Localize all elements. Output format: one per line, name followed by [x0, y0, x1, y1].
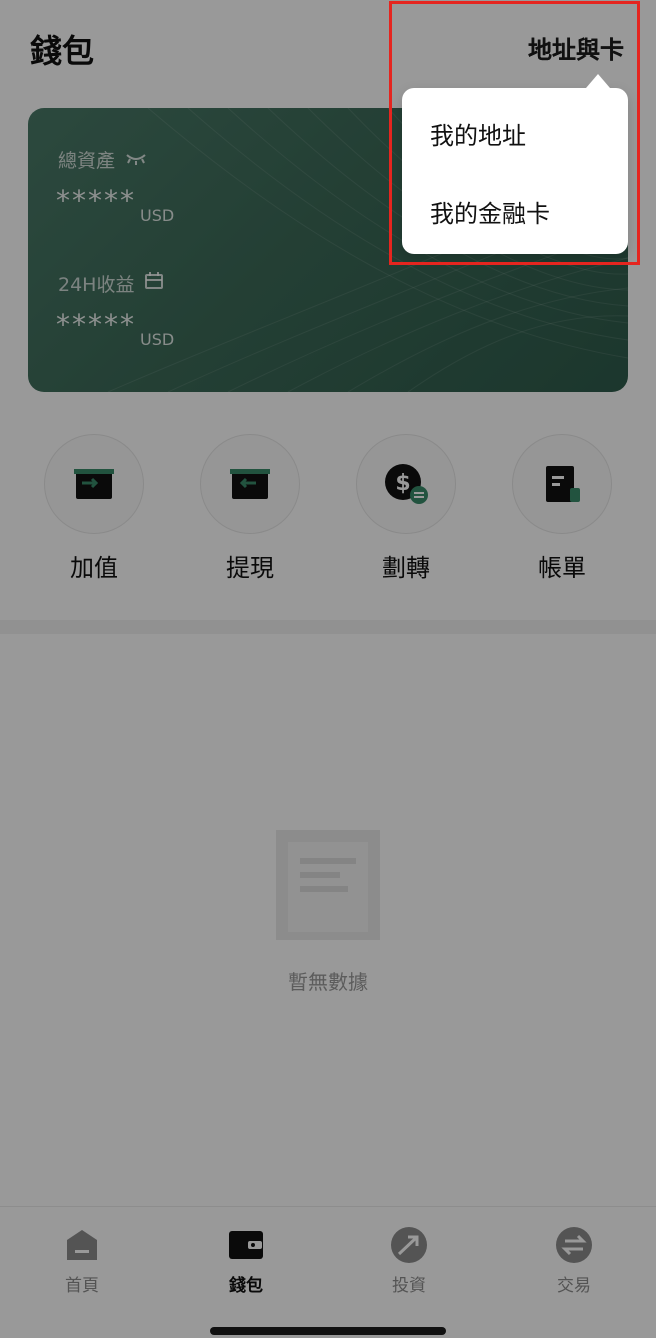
highlight-box [389, 1, 640, 265]
home-indicator [210, 1327, 446, 1335]
